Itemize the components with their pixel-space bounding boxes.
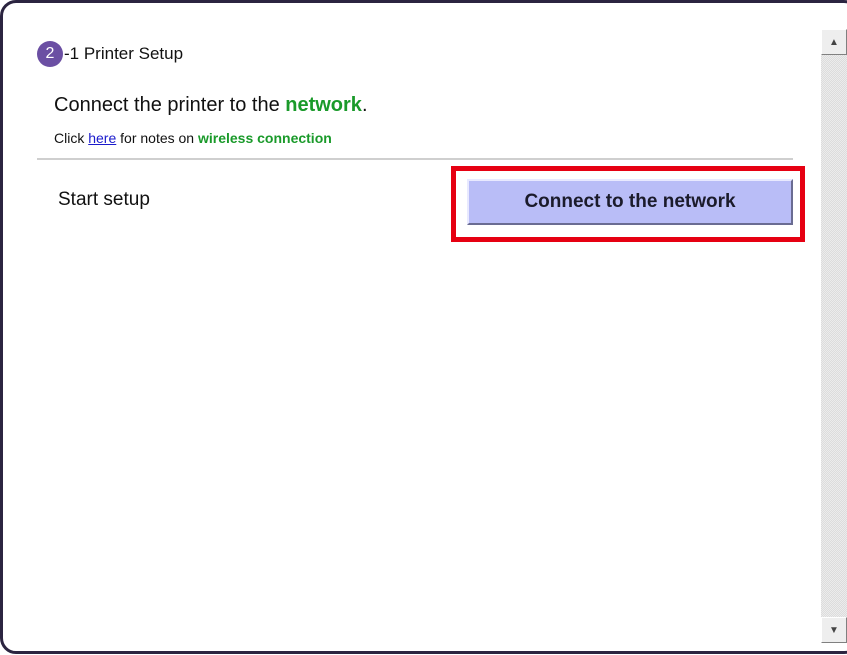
connect-network-button[interactable]: Connect to the network bbox=[467, 179, 793, 225]
headline-emphasis: network bbox=[285, 94, 362, 116]
headline-text: Connect the printer to the bbox=[54, 94, 286, 116]
setup-panel: 2 -1 Printer Setup Connect the printer t… bbox=[0, 0, 847, 654]
scroll-down-button[interactable]: ▼ bbox=[821, 617, 847, 643]
wireless-note: Click here for notes on wireless connect… bbox=[54, 130, 332, 146]
step-title: -1 Printer Setup bbox=[64, 44, 184, 63]
instruction-headline: Connect the printer to the network. bbox=[54, 94, 368, 117]
section-divider bbox=[37, 158, 793, 160]
vertical-scrollbar[interactable]: ▲ ▼ bbox=[821, 29, 847, 643]
arrow-up-icon: ▲ bbox=[829, 36, 839, 48]
note-emphasis: wireless connection bbox=[197, 130, 332, 146]
notes-link[interactable]: here bbox=[88, 130, 116, 146]
step-header: 2 -1 Printer Setup bbox=[37, 40, 183, 68]
step-number-badge: 2 bbox=[37, 41, 63, 67]
start-setup-label: Start setup bbox=[58, 189, 150, 210]
headline-suffix: . bbox=[361, 94, 368, 116]
note-middle: for notes on bbox=[116, 130, 198, 146]
note-prefix: Click bbox=[54, 130, 89, 146]
scroll-up-button[interactable]: ▲ bbox=[821, 29, 847, 55]
arrow-down-icon: ▼ bbox=[829, 624, 839, 636]
